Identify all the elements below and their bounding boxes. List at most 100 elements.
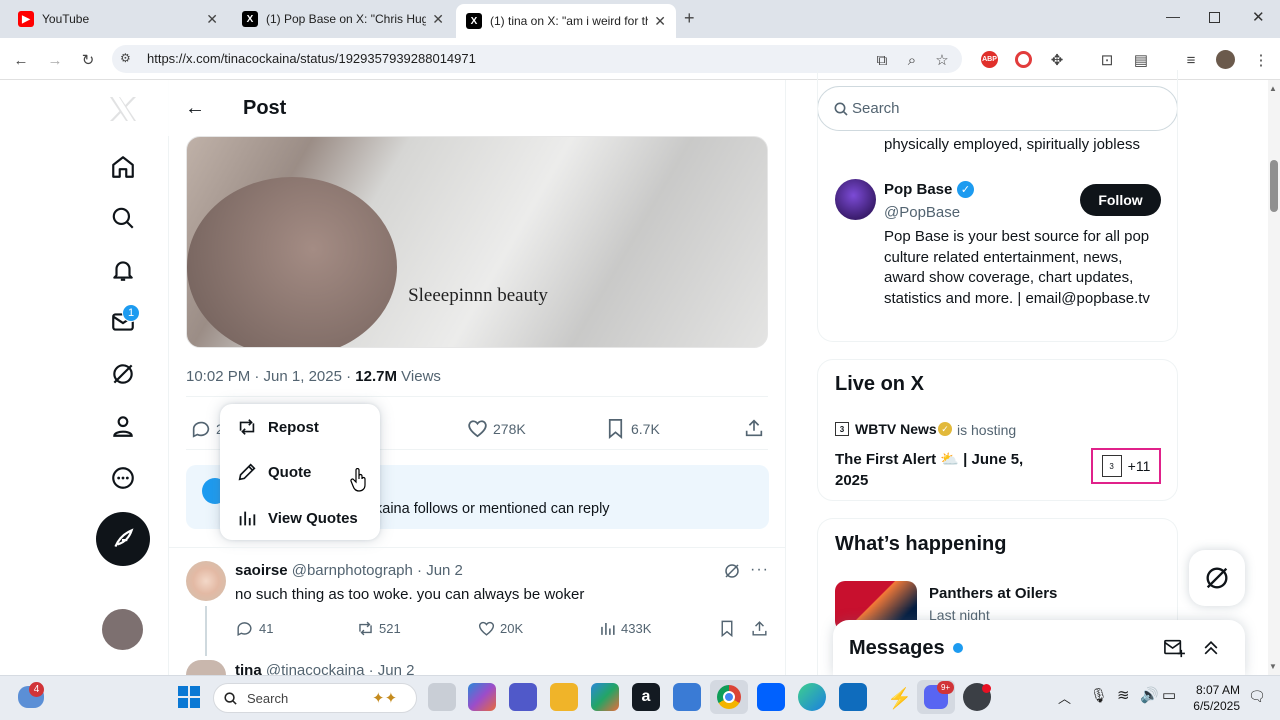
taskbar-search-placeholder: Search [247, 691, 289, 706]
extension-shield-icon[interactable] [1015, 51, 1032, 68]
clock-date[interactable]: 6/5/2025 [1182, 699, 1240, 713]
bookmark-button[interactable] [605, 417, 626, 440]
tab-popbase[interactable]: X (1) Pop Base on X: "Chris Hughe ✕ [232, 4, 454, 34]
scrollbar-thumb[interactable] [1270, 160, 1278, 212]
site-info-icon[interactable]: ⚙ [120, 51, 131, 65]
back-icon[interactable]: ← [10, 49, 32, 71]
scroll-down-arrow-icon[interactable]: ▼ [1269, 662, 1277, 671]
copilot-icon[interactable] [468, 683, 496, 711]
adblock-icon[interactable]: ABP [981, 51, 998, 68]
menu-item-view-quotes[interactable]: View Quotes [220, 495, 380, 541]
reply-button[interactable] [190, 418, 212, 440]
close-tab-icon[interactable]: ✕ [206, 11, 218, 28]
live-host-name[interactable]: WBTV News [855, 421, 937, 437]
reply-date[interactable]: · Jun 2 [369, 662, 415, 675]
reply-handle[interactable]: @barnphotograph [292, 562, 413, 579]
back-arrow-icon[interactable]: ← [185, 97, 205, 120]
home-icon[interactable] [99, 143, 147, 191]
reply-views-button[interactable] [598, 619, 617, 638]
account-name[interactable]: Pop Base [884, 181, 952, 198]
extensions-puzzle-icon[interactable]: ✥ [1046, 49, 1068, 71]
compose-post-button[interactable] [96, 512, 150, 566]
reply-share-button[interactable] [750, 619, 769, 638]
post-timestamp[interactable]: 10:02 PM · Jun 1, 2025 · [186, 368, 351, 385]
follow-button[interactable]: Follow [1080, 184, 1161, 216]
live-participants[interactable]: 3 +11 [1091, 448, 1161, 484]
forward-icon[interactable]: → [44, 49, 66, 71]
trend-title[interactable]: Panthers at Oilers [929, 585, 1057, 602]
minimize-icon[interactable]: — [1166, 8, 1180, 24]
reply-author-name[interactable]: tina [235, 662, 262, 675]
more-options-icon[interactable]: ··· [750, 561, 769, 579]
grok-floating-button[interactable] [1189, 550, 1245, 606]
menu-item-repost[interactable]: Repost [220, 404, 380, 450]
new-tab-icon[interactable]: + [684, 8, 695, 29]
messages-drawer[interactable]: Messages [833, 620, 1245, 675]
search-icon[interactable] [99, 194, 147, 242]
microsoft-365-icon[interactable] [591, 683, 619, 711]
tray-chevron-up-icon[interactable]: ︿ [1058, 688, 1071, 707]
scroll-up-arrow-icon[interactable]: ▲ [1269, 84, 1277, 93]
messages-mail-icon[interactable] [99, 298, 147, 346]
reply-handle[interactable]: @tinacockaina [266, 662, 365, 675]
reload-icon[interactable]: ↻ [77, 49, 99, 71]
post-media-image[interactable]: Sleeepinnn beauty [186, 136, 768, 348]
section-heading: Live on X [835, 373, 924, 395]
taskbar-search-input[interactable]: Search ✦✦ [213, 683, 417, 713]
clock-time[interactable]: 8:07 AM [1190, 683, 1240, 697]
lightning-app-icon[interactable]: ⚡ [887, 686, 912, 711]
account-handle[interactable]: @PopBase [884, 204, 960, 221]
tab-youtube[interactable]: ▶ YouTube ✕ [8, 4, 228, 34]
like-button[interactable] [466, 417, 489, 440]
maximize-icon[interactable] [1209, 12, 1220, 23]
screenshot-icon[interactable]: ⊡ [1096, 49, 1118, 71]
account-avatar[interactable] [102, 609, 143, 650]
chrome-taskbar-active[interactable] [710, 680, 748, 714]
start-windows-icon[interactable] [178, 686, 200, 708]
views-label: Views [401, 368, 441, 385]
volume-icon[interactable]: 🔊 [1140, 686, 1159, 704]
microphone-icon[interactable]: 🎙 [1090, 687, 1108, 704]
teams-icon[interactable] [509, 683, 537, 711]
reply-repost-button[interactable] [356, 619, 375, 638]
dropbox-icon[interactable] [757, 683, 785, 711]
avatar[interactable] [186, 660, 226, 675]
amazon-icon[interactable]: a [632, 683, 660, 711]
zoom-icon[interactable]: ⌕ [901, 49, 923, 71]
share-button[interactable] [743, 417, 765, 439]
reply-author-name[interactable]: saoirse [235, 562, 288, 579]
live-title[interactable]: The First Alert ⛅ | June 5, 2025 [835, 449, 1055, 491]
close-window-icon[interactable]: ✕ [1252, 8, 1265, 26]
reply-bookmark-button[interactable] [718, 619, 736, 638]
discord-taskbar-active[interactable]: 9+ [917, 680, 955, 714]
wifi-icon[interactable]: ≋ [1117, 686, 1130, 704]
profile-icon[interactable] [99, 402, 147, 450]
profile-avatar[interactable] [1216, 50, 1235, 69]
tab-tina[interactable]: X (1) tina on X: "am i weird for thi ✕ [456, 4, 676, 38]
install-icon[interactable]: ⧉ [871, 49, 893, 71]
file-explorer-icon[interactable] [550, 683, 578, 711]
menu-dots-icon[interactable]: ⋮ [1250, 49, 1272, 71]
more-circle-icon[interactable] [99, 454, 147, 502]
close-tab-icon[interactable]: ✕ [654, 13, 666, 30]
media-icon[interactable]: ≡ [1180, 49, 1202, 71]
task-view-icon[interactable] [428, 683, 456, 711]
store-icon[interactable] [673, 683, 701, 711]
grok-icon[interactable] [723, 562, 741, 580]
reply-date[interactable]: · Jun 2 [417, 562, 463, 579]
url-text[interactable]: https://x.com/tinacockaina/status/192935… [147, 51, 476, 66]
reply-reply-button[interactable] [235, 619, 254, 638]
close-tab-icon[interactable]: ✕ [432, 11, 444, 28]
popbase-avatar[interactable] [835, 179, 876, 220]
outlook-icon[interactable] [839, 683, 867, 711]
analytics-icon [601, 622, 615, 635]
battery-icon[interactable]: ▭ [1162, 686, 1176, 704]
grok-icon[interactable] [99, 350, 147, 398]
notifications-bell-icon[interactable] [99, 246, 147, 294]
reading-mode-icon[interactable]: ▤ [1130, 49, 1152, 71]
avatar[interactable] [186, 561, 226, 601]
edge-icon[interactable] [798, 683, 826, 711]
notifications-center-icon[interactable]: 🗨 [1248, 688, 1266, 705]
bookmark-star-icon[interactable]: ☆ [931, 49, 953, 71]
reply-like-button[interactable] [477, 619, 496, 638]
